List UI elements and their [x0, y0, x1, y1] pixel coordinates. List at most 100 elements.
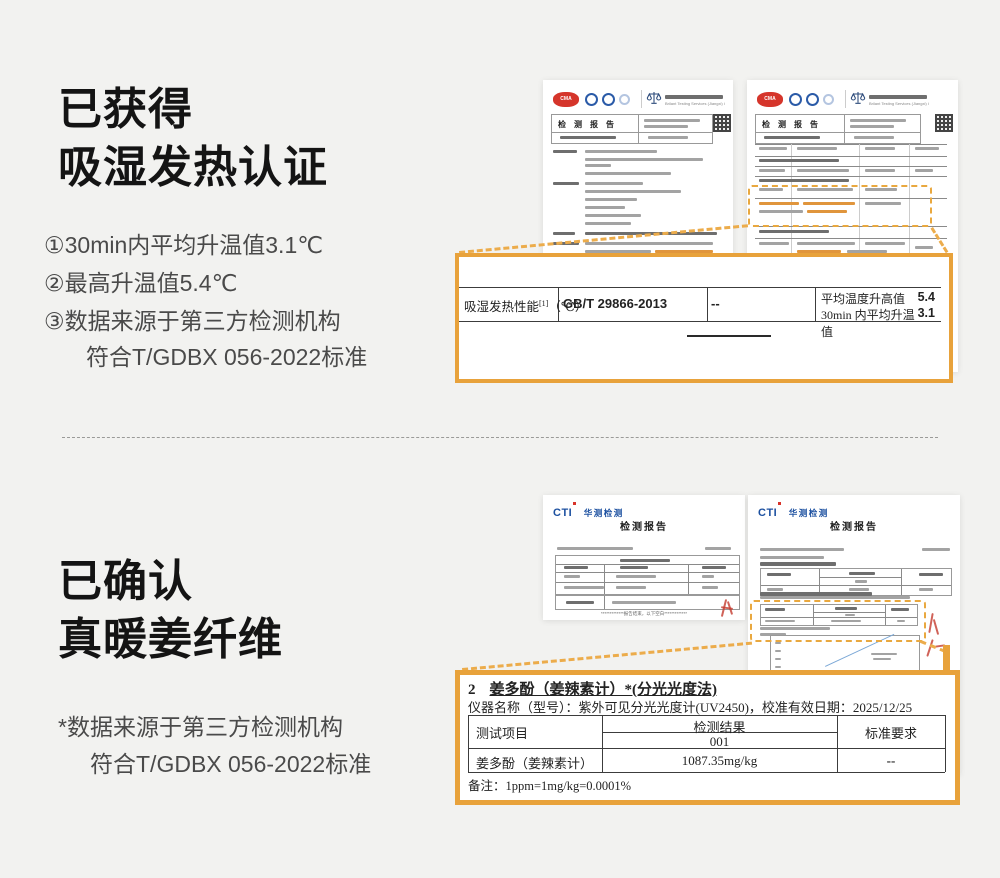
table-line [755, 166, 947, 167]
section-title: 姜多酚（姜辣素计）*(分光光度法) [489, 682, 718, 698]
text-line-bar [616, 575, 656, 578]
highlight-region [750, 600, 926, 642]
report-title: 检测报告 [830, 522, 878, 533]
text-line-bar [919, 588, 933, 591]
text-line-bar [585, 150, 657, 153]
divider [641, 90, 642, 108]
text-line-bar [767, 573, 791, 576]
text-line-bar [585, 164, 611, 167]
table-line [819, 577, 901, 578]
table-line [468, 715, 469, 772]
text-line-bar [850, 125, 894, 128]
table-line [556, 582, 739, 583]
cti-logo-text: CTI [553, 507, 573, 519]
table-line [556, 572, 739, 573]
report-header-band: 检 测 报 告 [551, 114, 713, 144]
section2-heading-bar [760, 592, 872, 596]
th-item: 测试项目 [476, 726, 529, 741]
company-name-en: Brilant Testing Services (Jiangxi) Co., … [869, 101, 929, 106]
text-line-bar [553, 232, 575, 235]
table-line [761, 585, 951, 586]
table-line [556, 564, 739, 565]
text-line-bar [705, 547, 731, 550]
row-result: 1087.35mg/kg [681, 753, 758, 768]
table-line [755, 238, 947, 239]
th-requirement: 标准要求 [864, 726, 917, 741]
text-line-bar [759, 147, 787, 150]
summary-table [555, 555, 740, 595]
page: 已获得 吸湿发热认证 ①30min内平均升温值3.1℃ ②最高升温值5.4℃ ③… [0, 0, 1000, 878]
cti-doc-left: CTI 华测检测 检测报告 *************报告结束，以下空白****… [543, 495, 745, 620]
result-value: 5.4 [917, 290, 935, 304]
table-line [604, 596, 605, 609]
divider [552, 132, 712, 133]
text-line-bar [849, 572, 875, 575]
text-line-bar [644, 125, 688, 128]
report-title: 检 测 报 告 [762, 120, 821, 129]
result-callout-bottom: 2 姜多酚（姜辣素计）*(分光光度法) 仪器名称（型号）：紫外可见分光光度计(UV… [455, 670, 960, 805]
top-heading-line2: 吸湿发热认证 [58, 143, 328, 192]
company-name-bar [665, 95, 723, 99]
cti-logo-dot-icon [573, 502, 576, 505]
section-divider [62, 437, 938, 438]
section-number: 2 [468, 682, 476, 698]
text-line-bar [767, 588, 783, 591]
table-line [901, 569, 902, 595]
table-line [755, 156, 947, 157]
table-line [468, 715, 945, 716]
scale-icon [646, 90, 662, 111]
text-line-bar [620, 559, 670, 562]
text-line-bar [644, 119, 700, 122]
company-name-en: Brilant Testing Services (Jiangxi) Co., … [665, 101, 725, 106]
text-line-bar [759, 169, 785, 172]
text-line-bar [922, 548, 950, 551]
top-heading-line1: 已获得 [58, 85, 193, 134]
table-line [707, 287, 708, 321]
text-line-bar [797, 242, 855, 245]
text-line-bar [919, 573, 943, 576]
cti-logo: CTI 华测检测 [553, 502, 624, 519]
text-line-bar [560, 136, 616, 139]
table-line [945, 715, 946, 772]
text-line-bar [585, 222, 631, 225]
cti-logo-cn: 华测检测 [788, 508, 829, 518]
text-line-bar [702, 586, 718, 589]
bottom-note-2: 符合T/GDBX 056-2022标准 [90, 751, 372, 777]
text-line-bar [865, 169, 895, 172]
highlight-region [748, 185, 932, 227]
chart-annotation-bar [871, 653, 897, 655]
scale-icon [850, 90, 866, 111]
cti-logo-dot-icon [778, 502, 781, 505]
text-line-bar [585, 172, 671, 175]
section-heading: 2 姜多酚（姜辣素计）*(分光光度法) [468, 678, 717, 699]
cnas-logo-icon [806, 93, 819, 106]
text-line-bar [759, 179, 849, 182]
cma-logo: CMA [757, 92, 783, 107]
chart-annotation-bar [873, 658, 891, 660]
divider [638, 115, 639, 143]
top-bullet-1: ①30min内平均升温值3.1℃ [44, 232, 324, 258]
text-line-bar [585, 242, 713, 245]
section1-heading-bar [760, 562, 836, 566]
table-line [459, 287, 941, 288]
text-line-bar [585, 206, 625, 209]
item-footnote: [1] [539, 298, 549, 308]
text-line-bar [564, 575, 580, 578]
table-line [755, 144, 947, 145]
text-line-bar [585, 190, 681, 193]
text-line-bar [759, 230, 829, 233]
text-line-bar [850, 119, 906, 122]
text-line-bar [616, 586, 646, 589]
text-line-bar [760, 556, 824, 559]
report-header-band: 检 测 报 告 [755, 114, 921, 144]
remark-line: 备注：1ppm=1mg/kg=0.0001% [468, 779, 632, 793]
accreditation-logo-icon [619, 94, 630, 105]
axis-tick-bar [775, 642, 781, 644]
divider [845, 90, 846, 108]
text-line-bar [648, 136, 688, 139]
accreditation-logo-icon [823, 94, 834, 105]
text-line-bar [797, 169, 849, 172]
text-line-bar [764, 136, 820, 139]
row-requirement: -- [886, 753, 896, 768]
axis-tick-bar [775, 666, 781, 668]
